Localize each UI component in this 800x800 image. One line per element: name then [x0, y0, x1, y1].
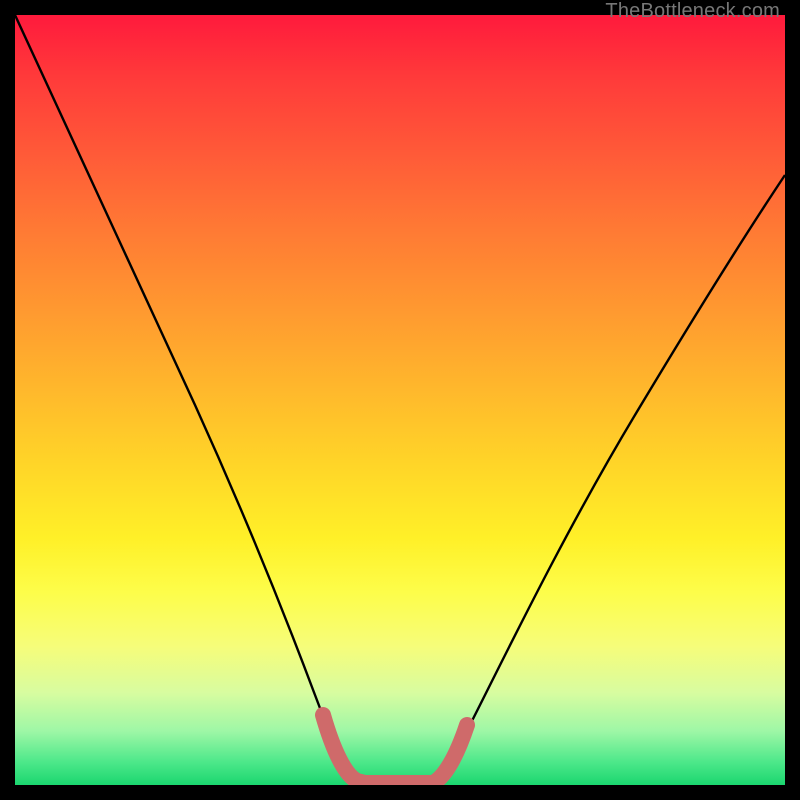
- chart-frame: TheBottleneck.com: [0, 0, 800, 800]
- watermark-text: TheBottleneck.com: [605, 0, 780, 23]
- optimal-band-path: [323, 715, 467, 783]
- plot-area: [15, 15, 785, 785]
- optimal-band-highlight: [15, 15, 785, 785]
